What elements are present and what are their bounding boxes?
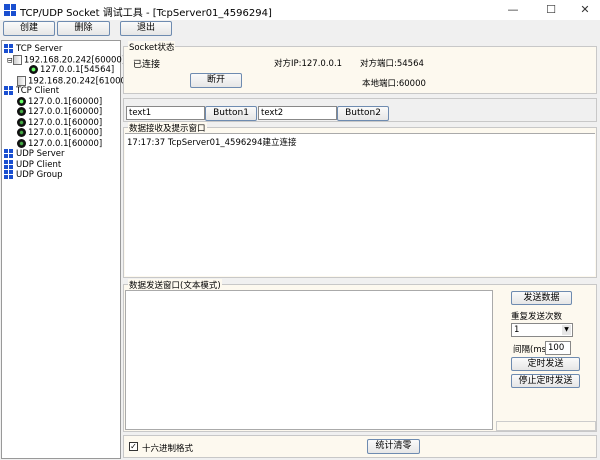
receive-log[interactable]: 17:17:37 TcpServer01_4596294建立连接	[125, 133, 595, 276]
text2-input[interactable]: text2	[258, 106, 337, 120]
stop-timer-button[interactable]: 停止定时发送	[511, 374, 580, 388]
repeat-count-label: 重复发送次数	[511, 312, 563, 322]
tcp-server-icon	[4, 44, 13, 53]
socket-status-group: Socket状态 已连接 对方IP:127.0.0.1 对方端口:54564 本…	[123, 41, 597, 94]
local-port: 本地端口:60000	[362, 79, 426, 89]
udp-server-icon	[4, 149, 13, 158]
tree-client-item[interactable]: 127.0.0.1[60000]	[17, 128, 102, 139]
tree-udp-group[interactable]: UDP Group	[4, 170, 62, 181]
text1-input[interactable]: text1	[126, 106, 205, 120]
remote-port: 对方端口:54564	[360, 59, 424, 69]
connection-state: 已连接	[133, 60, 161, 70]
delete-button[interactable]: 删除	[57, 21, 110, 36]
title-bar: TCP/UDP Socket 调试工具 - [TcpServer01_45962…	[0, 0, 600, 20]
reset-stats-button[interactable]: 统计清零	[367, 439, 420, 454]
tree-tcp-server[interactable]: TCP Server	[4, 44, 62, 55]
tree-udp-server[interactable]: UDP Server	[4, 149, 64, 160]
custom-button-row: text1 Button1 text2 Button2	[123, 98, 597, 122]
server-icon	[17, 76, 26, 86]
receive-group: 数据接收及提示窗口 17:17:37 TcpServer01_4596294建立…	[123, 122, 597, 278]
server-icon	[12, 55, 22, 65]
close-button[interactable]: ✕	[568, 0, 600, 20]
interval-input[interactable]: 100	[545, 341, 571, 355]
button1[interactable]: Button1	[205, 106, 257, 121]
interval-label: 间隔(ms	[513, 345, 547, 355]
timer-send-button[interactable]: 定时发送	[511, 357, 580, 371]
send-group: 数据发送窗口(文本模式) 发送数据 重复发送次数 1 ▼ 间隔(ms 100 定时…	[123, 279, 597, 432]
connection-tree[interactable]: TCP Server ⊟ 192.168.20.242[60000] 127.0.…	[1, 40, 129, 459]
chevron-down-icon[interactable]: ▼	[562, 325, 571, 335]
disconnected-led-icon	[17, 107, 26, 116]
tree-server-connection[interactable]: 127.0.0.1[54564]	[29, 65, 114, 76]
remote-ip: 对方IP:127.0.0.1	[274, 59, 343, 69]
udp-group-icon	[4, 170, 13, 179]
disconnect-button[interactable]: 断开	[190, 73, 242, 88]
window-title: TCP/UDP Socket 调试工具 - [TcpServer01_45962…	[20, 8, 272, 19]
repeat-count-select[interactable]: 1 ▼	[511, 323, 573, 337]
hex-checkbox[interactable]: ✓	[129, 442, 138, 451]
connected-led-icon	[17, 97, 26, 106]
udp-client-icon	[4, 160, 13, 169]
disconnected-led-icon	[17, 118, 26, 127]
bottom-bar: ✓ 十六进制格式 统计清零	[123, 435, 597, 458]
app-icon	[4, 4, 16, 16]
send-textarea[interactable]	[125, 290, 493, 430]
status-field	[496, 421, 596, 431]
hex-format-label: 十六进制格式	[142, 444, 194, 454]
tcp-client-icon	[4, 86, 13, 95]
maximize-button[interactable]: ☐	[534, 0, 568, 20]
minimize-button[interactable]: —	[496, 0, 530, 20]
exit-button[interactable]: 退出	[120, 21, 172, 36]
tree-tcp-client[interactable]: TCP Client	[4, 86, 59, 97]
log-line: 17:17:37 TcpServer01_4596294建立连接	[127, 138, 297, 148]
connected-led-icon	[29, 65, 38, 74]
button2[interactable]: Button2	[337, 106, 389, 121]
disconnected-led-icon	[17, 128, 26, 137]
create-button[interactable]: 创建	[3, 21, 55, 36]
tree-client-item[interactable]: 127.0.0.1[60000]	[17, 107, 102, 118]
socket-status-legend: Socket状态	[128, 41, 176, 53]
send-data-button[interactable]: 发送数据	[511, 291, 572, 305]
disconnected-led-icon	[17, 139, 26, 148]
